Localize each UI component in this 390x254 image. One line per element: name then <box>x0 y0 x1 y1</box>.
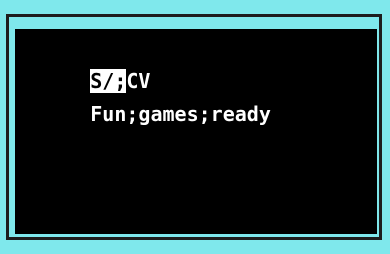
terminal-screen[interactable]: S/;CV Fun;games;ready <box>15 29 377 234</box>
terminal-line-1: S/;CV <box>18 45 150 93</box>
line-2-text: Fun;games;ready <box>90 102 271 126</box>
terminal-line-2: Fun;games;ready <box>18 78 271 126</box>
terminal-window: S/;CV Fun;games;ready <box>6 14 382 240</box>
